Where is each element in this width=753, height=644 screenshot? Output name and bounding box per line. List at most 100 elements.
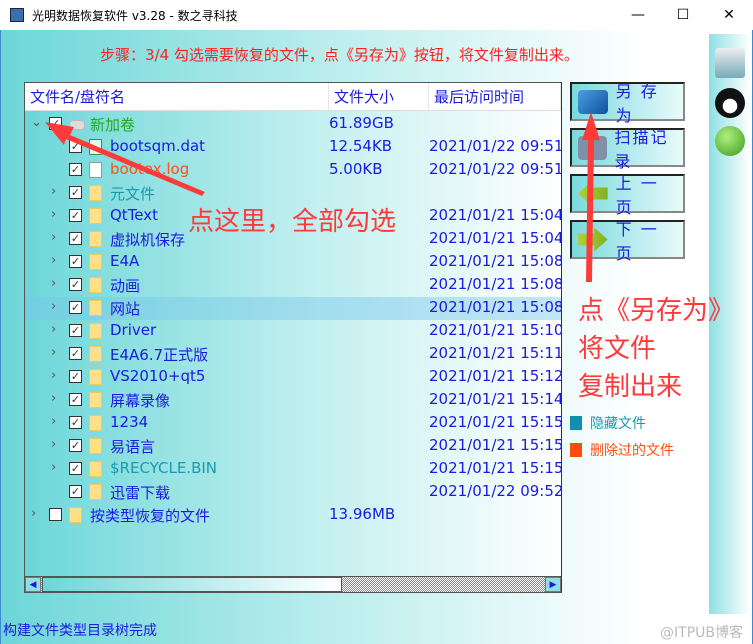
row-checkbox[interactable]: ✓ [69,232,82,245]
column-header-name[interactable]: 文件名/盘符名 [25,83,329,111]
tree-row[interactable]: ✓ bootex.log 5.00KB 2021/01/22 09:51 [25,159,561,182]
expand-toggle[interactable]: › [51,299,56,314]
row-checkbox[interactable]: ✓ [69,462,82,475]
row-name: 虚拟机保存 [110,231,186,249]
tree-row[interactable]: › ✓ 元文件 [25,182,561,205]
column-header-size[interactable]: 文件大小 [329,83,429,111]
row-checkbox[interactable]: ✓ [69,186,82,199]
row-checkbox[interactable]: ✓ [69,416,82,429]
file-tree[interactable]: 文件名/盘符名 文件大小 最后访问时间 ⌄ ✓ 新加卷 61.89GB ✓ bootsqm… [24,82,562,593]
folder-icon [89,254,102,270]
annotation-save-as: 点《另存为》将文件 复制出来 [578,292,738,406]
tree-row[interactable]: › ✓ VS2010+qt5 2021/01/21 15:12 [25,366,561,389]
row-size: 12.54KB [329,137,393,155]
tree-row[interactable]: › ✓ 动画 2021/01/21 15:08 [25,274,561,297]
row-checkbox[interactable] [49,508,62,521]
prev-page-label: 上 一 页 [615,173,659,217]
row-name: 元文件 [110,185,156,203]
dat-icon [89,139,102,155]
prev-page-button[interactable]: 上 一 页 [570,174,685,217]
expand-toggle[interactable]: ⌄ [31,115,42,130]
row-date: 2021/01/21 15:15 [429,436,562,454]
help-icon[interactable] [715,126,745,156]
scroll-right-button[interactable]: ▶ [545,577,561,592]
expand-toggle[interactable]: › [51,230,56,245]
tree-row[interactable]: ✓ 迅雷下载 2021/01/22 09:52 [25,481,561,504]
row-date: 2021/01/21 15:08 [429,252,562,270]
tree-header: 文件名/盘符名 文件大小 最后访问时间 [25,83,561,111]
row-checkbox[interactable]: ✓ [69,370,82,383]
row-name: E4A [110,252,140,270]
row-checkbox[interactable]: ✓ [69,140,82,153]
folder-icon [89,231,102,247]
folder-icon [89,369,102,385]
column-header-date[interactable]: 最后访问时间 [429,83,561,111]
row-checkbox[interactable]: ✓ [69,439,82,452]
row-checkbox[interactable]: ✓ [69,347,82,360]
save-as-button[interactable]: 另 存 为 [570,82,685,125]
folder-icon [89,277,102,293]
tree-row[interactable]: › ✓ 1234 2021/01/21 15:15 [25,412,561,435]
expand-toggle[interactable]: › [51,207,56,222]
row-checkbox[interactable]: ✓ [69,301,82,314]
scroll-thumb[interactable] [42,577,342,592]
row-name: 按类型恢复的文件 [90,507,211,525]
row-checkbox[interactable]: ✓ [69,163,82,176]
minimize-button[interactable]: — [615,0,661,30]
file-icon [89,162,102,178]
close-button[interactable]: ✕ [706,0,752,30]
row-checkbox[interactable]: ✓ [69,393,82,406]
expand-toggle[interactable]: › [51,460,56,475]
tree-row[interactable]: ✓ bootsqm.dat 12.54KB 2021/01/22 09:51 [25,136,561,159]
tree-row[interactable]: › ✓ 易语言 2021/01/21 15:15 [25,435,561,458]
expand-toggle[interactable]: › [51,322,56,337]
expand-toggle[interactable]: › [51,276,56,291]
legend-label: 删除过的文件 [590,443,674,459]
maximize-button[interactable]: ☐ [660,0,706,30]
row-checkbox[interactable]: ✓ [49,117,62,130]
horizontal-scrollbar[interactable]: ◀ ▶ [25,576,561,592]
expand-toggle[interactable]: › [51,414,56,429]
scroll-left-button[interactable]: ◀ [25,577,41,592]
expand-toggle[interactable]: › [51,391,56,406]
row-name: 动画 [110,277,141,295]
folder-icon [89,484,102,500]
legend-hidden-files: 隐藏文件 [570,413,646,433]
tree-row[interactable]: › ✓ 网站 2021/01/21 15:08 [25,297,561,320]
expand-toggle[interactable]: › [51,184,56,199]
drive-icon [69,120,85,130]
folder-icon [89,415,102,431]
save-as-label: 另 存 为 [615,81,659,125]
next-page-button[interactable]: 下 一 页 [570,220,685,263]
scan-log-button[interactable]: 扫描记录 [570,128,685,171]
tree-row[interactable]: › ✓ E4A 2021/01/21 15:08 [25,251,561,274]
row-name: 1234 [110,413,149,431]
row-name: bootsqm.dat [110,137,206,155]
expand-toggle[interactable]: › [51,437,56,452]
row-checkbox[interactable]: ✓ [69,485,82,498]
tree-row[interactable]: › ✓ $RECYCLE.BIN 2021/01/21 15:15 [25,458,561,481]
row-name: 新加卷 [90,116,136,134]
row-date: 2021/01/21 15:04 [429,206,562,224]
expand-toggle[interactable]: › [31,506,36,521]
tree-row[interactable]: › ✓ 屏幕录像 2021/01/21 15:14 [25,389,561,412]
settings-icon[interactable] [715,48,745,78]
tree-row[interactable]: › 按类型恢复的文件 13.96MB [25,504,561,527]
folder-icon [89,461,102,477]
legend-swatch [570,416,582,430]
title-bar: 光明数据恢复软件 v3.28 - 数之寻科技 — ☐ ✕ [0,0,753,30]
row-checkbox[interactable]: ✓ [69,278,82,291]
row-size: 61.89GB [329,114,394,132]
tree-row[interactable]: ⌄ ✓ 新加卷 61.89GB [25,113,561,136]
expand-toggle[interactable]: › [51,368,56,383]
qq-penguin-icon[interactable] [715,88,745,118]
expand-toggle[interactable]: › [51,253,56,268]
tree-row[interactable]: › ✓ E4A6.7正式版 2021/01/21 15:11 [25,343,561,366]
row-date: 2021/01/21 15:15 [429,459,562,477]
row-checkbox[interactable]: ✓ [69,324,82,337]
row-checkbox[interactable]: ✓ [69,209,82,222]
status-bar: 构建文件类型目录树完成 [3,623,157,639]
row-checkbox[interactable]: ✓ [69,255,82,268]
tree-row[interactable]: › ✓ Driver 2021/01/21 15:10 [25,320,561,343]
expand-toggle[interactable]: › [51,345,56,360]
